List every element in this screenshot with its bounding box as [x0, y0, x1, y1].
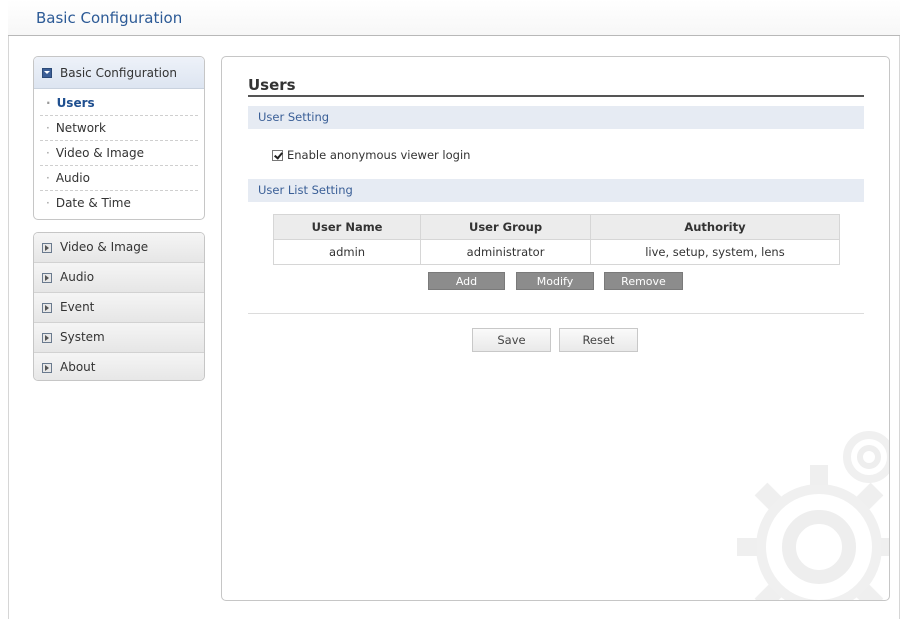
column-header-user-name: User Name — [272, 214, 422, 240]
anonymous-login-label: Enable anonymous viewer login — [287, 148, 471, 162]
collapsed-box-icon — [42, 302, 52, 313]
collapsed-box-icon — [42, 242, 52, 253]
sidebar-item-label: Network — [55, 121, 106, 135]
sidebar-item-video-image[interactable]: · Video & Image — [40, 141, 198, 166]
sidebar-item-label: Video & Image — [55, 146, 145, 160]
menu-item-event[interactable]: Event — [34, 293, 204, 323]
column-header-user-group: User Group — [420, 214, 591, 240]
modify-button[interactable]: Modify — [516, 272, 594, 290]
bullet-icon: · — [46, 146, 50, 160]
save-button[interactable]: Save — [472, 328, 551, 352]
cell-user-group: administrator — [420, 239, 591, 265]
collapsed-box-icon — [42, 272, 52, 283]
expanded-box-icon — [42, 67, 52, 78]
menu-item-system[interactable]: System — [34, 323, 204, 353]
menu-item-video-image[interactable]: Video & Image — [34, 233, 204, 263]
add-button[interactable]: Add — [428, 272, 505, 290]
bullet-icon: · — [46, 96, 51, 110]
table-row[interactable]: admin administrator live, setup, system,… — [272, 239, 841, 265]
column-header-authority: Authority — [589, 214, 841, 240]
sidebar-item-date-time[interactable]: · Date & Time — [40, 191, 198, 215]
gear-icon — [719, 427, 889, 600]
user-action-buttons: Add Modify Remove — [428, 272, 683, 290]
cell-authority: live, setup, system, lens — [589, 239, 841, 265]
sidebar-item-network[interactable]: · Network — [40, 116, 198, 141]
sidebar-item-users[interactable]: · Users — [40, 91, 198, 116]
content-panel: Users User Setting Enable anonymous view… — [221, 56, 890, 601]
menu-item-label: About — [60, 360, 96, 374]
bullet-icon: · — [46, 121, 50, 135]
divider — [248, 313, 864, 314]
menu-item-about[interactable]: About — [34, 353, 204, 380]
page-title: Users — [248, 76, 296, 94]
sidebar-basic-config: Basic Configuration · Users · Network · Vid… — [33, 56, 205, 220]
menu-item-label: Audio — [60, 270, 95, 284]
sidebar-section-label: Basic Configuration — [60, 65, 177, 80]
sidebar-section-basic-config[interactable]: Basic Configuration — [34, 57, 204, 89]
section-header-user-list: User List Setting — [248, 179, 864, 202]
sidebar-item-label: Users — [56, 96, 95, 110]
app-title: Basic Configuration — [36, 9, 183, 27]
menu-item-label: Video & Image — [60, 240, 149, 254]
sidebar-item-label: Audio — [55, 171, 90, 185]
remove-button[interactable]: Remove — [604, 272, 683, 290]
section-header-user-setting: User Setting — [248, 106, 864, 129]
anonymous-login-row[interactable]: Enable anonymous viewer login — [272, 148, 470, 162]
menu-item-label: System — [60, 330, 105, 344]
table-header-row: User Name User Group Authority — [272, 214, 841, 240]
title-underline — [248, 95, 864, 97]
bullet-icon: · — [46, 196, 50, 210]
sidebar-item-audio[interactable]: · Audio — [40, 166, 198, 191]
top-bar: Basic Configuration — [8, 0, 900, 36]
collapsed-box-icon — [42, 332, 52, 343]
sidebar-item-label: Date & Time — [55, 196, 131, 210]
bullet-icon: · — [46, 171, 50, 185]
user-table: User Name User Group Authority admin adm… — [272, 214, 841, 265]
sidebar-main-menu: Video & Image Audio Event System About — [33, 232, 205, 381]
anonymous-login-checkbox[interactable] — [272, 149, 283, 161]
menu-item-label: Event — [60, 300, 95, 314]
reset-button[interactable]: Reset — [559, 328, 638, 352]
collapsed-box-icon — [42, 362, 52, 373]
cell-user-name: admin — [272, 239, 422, 265]
menu-item-audio[interactable]: Audio — [34, 263, 204, 293]
